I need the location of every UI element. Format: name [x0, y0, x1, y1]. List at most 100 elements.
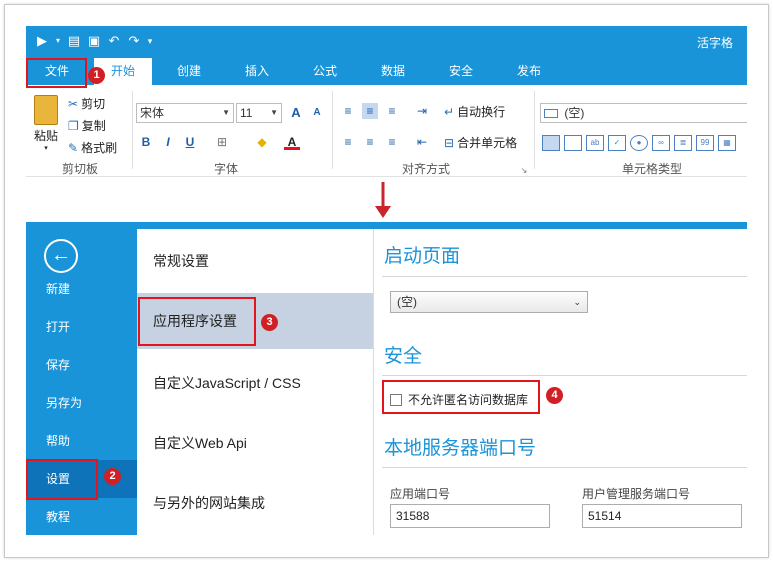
cell-type-value: (空) [564, 106, 585, 120]
merge-cells-button[interactable]: ⊟ 合并单元格 [444, 134, 517, 151]
menu-tutorial[interactable]: 教程 [26, 498, 137, 536]
font-name-combo[interactable]: 宋体 ▼ [136, 103, 234, 123]
menu-help[interactable]: 帮助 [26, 422, 137, 460]
link-celltype-icon[interactable]: ∞ [652, 135, 670, 151]
undo-icon[interactable]: ↶ [106, 32, 122, 50]
ribbon-panel: 粘贴 ▾ ✂ 剪切 ❐ 复制 ✎ 格式刷 剪切板 宋体 ▼ 11 ▼ A A B… [26, 85, 747, 177]
cell-type-combo[interactable]: (空) [540, 103, 747, 123]
align-top-icon[interactable]: ≡ [340, 103, 356, 119]
menu-save-as[interactable]: 另存为 [26, 384, 137, 422]
quick-access-toolbar: ▶ ▾ ▤ ▣ ↶ ↷ ▾ [34, 32, 154, 50]
nav-custom-js-css[interactable]: 自定义JavaScript / CSS [137, 355, 373, 411]
italic-icon[interactable]: I [160, 134, 176, 150]
user-port-label: 用户管理服务端口号 [582, 487, 691, 501]
user-port-input[interactable]: 51514 [582, 504, 742, 528]
brush-icon: ✎ [68, 140, 79, 155]
tab-formula[interactable]: 公式 [300, 58, 350, 85]
copy-label: 复制 [81, 119, 106, 133]
merge-cells-label: 合并单元格 [457, 136, 518, 150]
step-badge-1: 1 [88, 67, 105, 84]
tab-security[interactable]: 安全 [436, 58, 486, 85]
tab-insert[interactable]: 插入 [232, 58, 282, 85]
scissors-icon: ✂ [68, 96, 79, 111]
merge-icon: ⊟ [444, 135, 455, 150]
run-icon[interactable]: ▶ [34, 32, 50, 50]
startup-page-value: (空) [397, 295, 417, 309]
align-left-icon[interactable]: ≡ [340, 134, 356, 150]
align-center-icon[interactable]: ≡ [362, 134, 378, 150]
highlight-box-file [26, 58, 87, 88]
port-title: 本地服务器端口号 [384, 438, 537, 459]
nav-site-integration[interactable]: 与另外的网站集成 [137, 475, 373, 531]
cut-button[interactable]: ✂ 剪切 [68, 95, 105, 112]
font-color-icon[interactable]: A [284, 134, 300, 150]
save-icon[interactable]: ▣ [86, 32, 102, 50]
font-size-value: 11 [240, 106, 253, 120]
label-celltype-icon[interactable]: ab [586, 135, 604, 151]
section-divider [382, 467, 747, 468]
font-group-label: 字体 [214, 162, 239, 176]
settings-nav: 常规设置 应用程序设置 自定义JavaScript / CSS 自定义Web A… [137, 229, 373, 535]
fill-color-icon[interactable]: ◆ [254, 134, 270, 150]
section-divider [382, 276, 747, 277]
shrink-font-icon[interactable]: A [309, 105, 325, 121]
tab-create[interactable]: 创建 [164, 58, 214, 85]
underline-icon[interactable]: U [182, 134, 198, 150]
redo-icon[interactable]: ↷ [126, 32, 142, 50]
format-painter-label: 格式刷 [81, 141, 118, 155]
export-icon[interactable]: ▤ [66, 32, 82, 50]
tab-data[interactable]: 数据 [368, 58, 418, 85]
dialog-launcher-icon[interactable]: ↘ [516, 163, 532, 179]
section-divider [382, 375, 747, 376]
image-celltype-icon[interactable]: ▦ [718, 135, 736, 151]
dropdown-icon[interactable]: ▾ [54, 32, 62, 50]
textbox-celltype-icon[interactable] [542, 135, 560, 151]
cell-type-group-label: 单元格类型 [622, 162, 683, 176]
align-bottom-icon[interactable]: ≡ [384, 103, 400, 119]
textbox-icon [544, 109, 558, 119]
checkbox-celltype-icon[interactable]: ✓ [608, 135, 626, 151]
tab-publish[interactable]: 发布 [504, 58, 554, 85]
chevron-down-icon: ▼ [270, 108, 278, 117]
number-celltype-icon[interactable]: 99 [696, 135, 714, 151]
paste-button[interactable]: 粘贴 ▾ [34, 95, 58, 152]
align-right-icon[interactable]: ≡ [384, 134, 400, 150]
font-name-value: 宋体 [140, 106, 165, 120]
copy-button[interactable]: ❐ 复制 [68, 117, 106, 134]
chevron-down-icon: ⌄ [573, 297, 581, 307]
menu-new[interactable]: 新建 [26, 270, 137, 308]
align-middle-icon[interactable]: ≡ [362, 103, 378, 119]
clipboard-group-label: 剪切板 [62, 162, 99, 176]
app-title: 活字格 [696, 36, 733, 50]
startup-page-title: 启动页面 [384, 246, 461, 267]
bold-icon[interactable]: B [138, 134, 154, 150]
nav-custom-web-api[interactable]: 自定义Web Api [137, 415, 373, 471]
chevron-down-icon: ▼ [222, 108, 230, 117]
step-badge-2: 2 [104, 468, 121, 485]
wrap-text-button[interactable]: ↵ 自动换行 [444, 103, 505, 120]
clipboard-icon [34, 95, 58, 125]
cut-label: 剪切 [81, 97, 106, 111]
menu-save[interactable]: 保存 [26, 346, 137, 384]
app-port-input[interactable]: 31588 [390, 504, 550, 528]
font-size-combo[interactable]: 11 ▼ [236, 103, 282, 123]
format-painter-button[interactable]: ✎ 格式刷 [68, 139, 117, 156]
group-divider [332, 91, 333, 169]
backstage-top-line [26, 222, 747, 229]
menu-open[interactable]: 打开 [26, 308, 137, 346]
back-arrow-icon[interactable]: ← [44, 239, 78, 273]
copy-icon: ❐ [68, 118, 79, 133]
nav-general-settings[interactable]: 常规设置 [137, 233, 373, 289]
button-celltype-icon[interactable] [564, 135, 582, 151]
grow-font-icon[interactable]: A [288, 105, 304, 121]
alignment-group-label: 对齐方式 [402, 162, 451, 176]
outdent-icon[interactable]: ⇤ [414, 134, 430, 150]
list-celltype-icon[interactable]: ≣ [674, 135, 692, 151]
radio-celltype-icon[interactable]: ● [630, 135, 648, 151]
customize-icon[interactable]: ▾ [146, 32, 154, 50]
ribbon-tabs: 文件 开始 创建 插入 公式 数据 安全 发布 [26, 58, 747, 85]
paste-label: 粘贴 [34, 129, 59, 143]
indent-icon[interactable]: ⇥ [414, 103, 430, 119]
startup-page-select[interactable]: (空) ⌄ [390, 291, 588, 313]
border-icon[interactable]: ⊞ [214, 134, 230, 150]
